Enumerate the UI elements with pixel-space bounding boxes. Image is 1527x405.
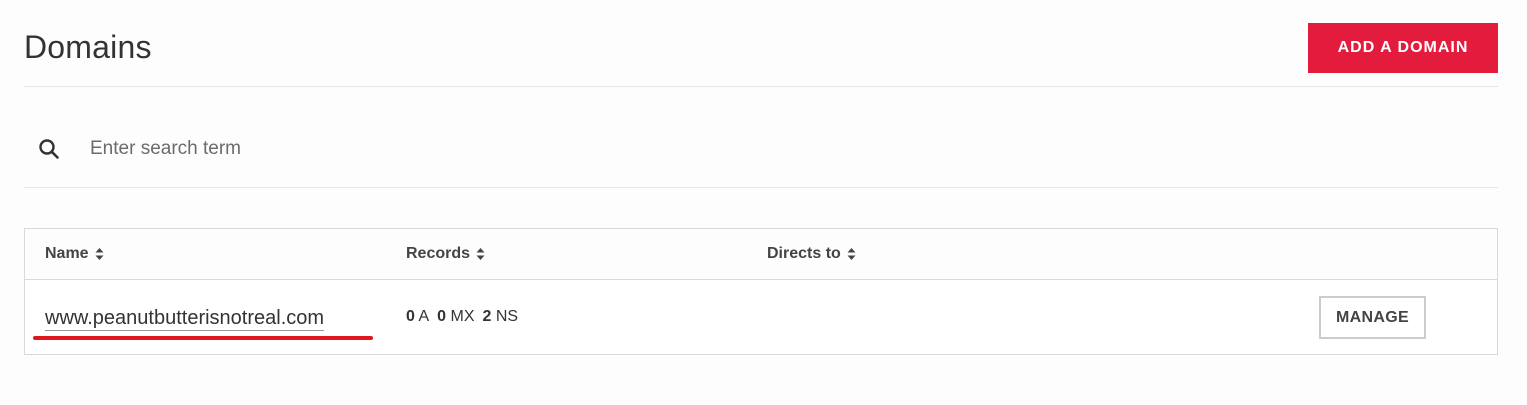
- records-summary: 0 A 0 MX 2 NS: [406, 308, 518, 326]
- search-input[interactable]: [90, 132, 790, 166]
- manage-button[interactable]: MANAGE: [1319, 296, 1426, 339]
- domains-table: Name Records Directs to www.peanutbutter…: [24, 228, 1498, 355]
- record-type: NS: [495, 308, 519, 325]
- search-bar: [24, 110, 1498, 188]
- record-count: 2: [482, 308, 492, 325]
- column-header-label: Records: [406, 245, 471, 262]
- record-count: 0: [437, 308, 447, 325]
- record-mx: 0 MX: [437, 308, 474, 326]
- annotation-underline: [33, 336, 373, 340]
- column-header-directs-to[interactable]: Directs to: [767, 243, 856, 265]
- sort-icon: [95, 248, 104, 260]
- domain-name-link[interactable]: www.peanutbutterisnotreal.com: [45, 306, 325, 331]
- column-header-name[interactable]: Name: [45, 243, 104, 265]
- column-header-label: Directs to: [767, 245, 841, 262]
- record-a: 0 A: [406, 308, 429, 326]
- table-header: Name Records Directs to: [25, 229, 1497, 280]
- add-domain-button[interactable]: ADD A DOMAIN: [1308, 23, 1498, 73]
- column-header-label: Name: [45, 245, 89, 262]
- record-ns: 2 NS: [483, 308, 519, 326]
- record-type: MX: [450, 308, 475, 325]
- sort-icon: [847, 248, 856, 260]
- record-type: A: [418, 308, 430, 325]
- column-header-records[interactable]: Records: [406, 243, 485, 265]
- table-row: www.peanutbutterisnotreal.com 0 A 0 MX 2…: [25, 281, 1497, 355]
- domains-page: Domains ADD A DOMAIN Name Records: [0, 0, 1527, 405]
- record-count: 0: [406, 308, 415, 325]
- sort-icon: [476, 248, 485, 260]
- page-title: Domains: [24, 29, 152, 65]
- search-icon: [39, 139, 59, 159]
- page-header: Domains ADD A DOMAIN: [24, 0, 1498, 87]
